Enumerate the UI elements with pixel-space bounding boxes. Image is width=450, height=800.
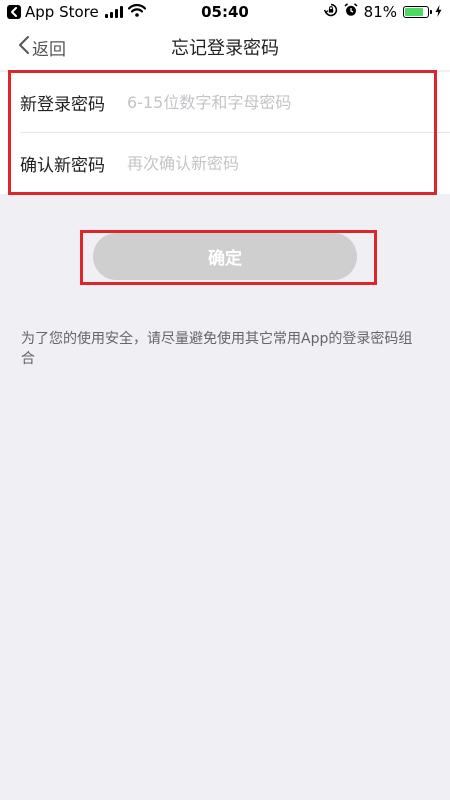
new-password-input[interactable] [127,93,427,112]
new-password-label: 新登录密码 [20,95,105,115]
status-bar-right: 81% [323,0,442,24]
charging-bolt-icon [435,3,442,21]
security-hint: 为了您的使用安全，请尽量避免使用其它常用App的登录密码组合 [21,331,413,367]
alarm-icon [344,3,358,21]
cellular-signal-icon [104,6,123,18]
page-title: 忘记登录密码 [171,38,279,59]
battery-level [405,8,423,16]
confirm-button[interactable]: 确定 [93,233,357,280]
orientation-lock-icon [323,3,338,21]
back-label: 返回 [32,39,66,60]
confirm-password-row: 确认新密码 [0,133,450,194]
back-to-app-label[interactable]: App Store [25,3,99,21]
back-to-app-icon[interactable] [7,5,21,19]
wifi-icon [127,3,146,21]
battery-icon [403,6,432,18]
screen: App Store 05:40 81% 忘记登录密码 返回 新登录密码 确认新密… [0,0,450,800]
confirm-password-label: 确认新密码 [20,156,105,176]
confirm-password-input[interactable] [127,154,427,173]
password-form: 新登录密码 确认新密码 [0,72,450,194]
chevron-left-icon [18,35,32,60]
status-bar-left: App Store [0,0,150,24]
battery-percentage: 81% [363,3,397,21]
navigation-bar: 忘记登录密码 返回 [0,24,450,70]
new-password-row: 新登录密码 [0,72,450,133]
status-bar: App Store 05:40 81% [0,0,450,24]
back-button[interactable]: 返回 [18,24,66,70]
